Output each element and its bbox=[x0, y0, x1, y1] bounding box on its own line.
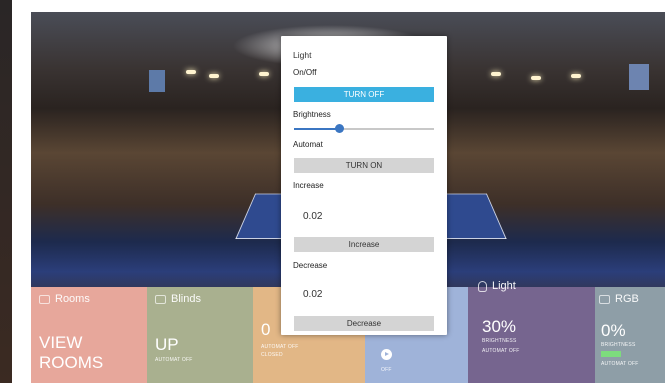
tile-rooms[interactable]: Rooms VIEW ROOMS bbox=[31, 287, 147, 383]
slider-fill bbox=[294, 128, 339, 130]
increase-value: 0.02 bbox=[303, 211, 322, 222]
tile-rooms-header: Rooms bbox=[39, 293, 90, 305]
blinds-icon bbox=[155, 295, 166, 304]
tile-blinds[interactable]: Blinds UP AUTOMAT OFF bbox=[147, 287, 253, 383]
brightness-label: Brightness bbox=[293, 110, 331, 119]
tile-light-status2: AUTOMAT OFF bbox=[482, 348, 519, 354]
increase-label: Increase bbox=[293, 181, 324, 190]
turn-on-button[interactable]: TURN ON bbox=[294, 158, 434, 173]
turn-off-button[interactable]: TURN OFF bbox=[294, 87, 434, 102]
light-control-dialog: Light On/Off TURN OFF Brightness Automat… bbox=[281, 36, 447, 335]
tile-light-value: 30% bbox=[482, 317, 516, 337]
tile-climate-value: 0 bbox=[261, 320, 270, 340]
background-edge bbox=[0, 0, 12, 383]
automat-label: Automat bbox=[293, 140, 323, 149]
slider-handle[interactable] bbox=[335, 124, 344, 133]
bulb-icon bbox=[478, 281, 487, 292]
decrease-button[interactable]: Decrease bbox=[294, 316, 434, 331]
tile-blinds-status: AUTOMAT OFF bbox=[155, 357, 192, 363]
stadium-light bbox=[491, 72, 501, 76]
rgb-color-swatch bbox=[601, 351, 621, 357]
tile-light-header: Light bbox=[478, 280, 516, 292]
onoff-label: On/Off bbox=[293, 68, 316, 77]
tile-climate-status2: CLOSED bbox=[261, 352, 283, 358]
stadium-light bbox=[186, 70, 196, 74]
tile-rgb[interactable]: RGB 0% BRIGHTNESS AUTOMAT OFF bbox=[595, 287, 665, 383]
tile-light[interactable]: Light 30% BRIGHTNESS AUTOMAT OFF bbox=[468, 287, 595, 383]
rooms-icon bbox=[39, 295, 50, 304]
increase-button[interactable]: Increase bbox=[294, 237, 434, 252]
play-icon[interactable] bbox=[381, 349, 392, 360]
tile-rgb-status: BRIGHTNESS bbox=[601, 342, 636, 348]
stadium-light bbox=[259, 72, 269, 76]
stadium-light bbox=[571, 74, 581, 78]
tile-light-title: Light bbox=[492, 280, 516, 292]
tile-light-status: BRIGHTNESS bbox=[482, 338, 517, 344]
tile-rgb-header: RGB bbox=[599, 293, 639, 305]
dialog-title: Light bbox=[293, 50, 311, 60]
stadium-light bbox=[531, 76, 541, 80]
tile-rgb-title: RGB bbox=[615, 293, 639, 305]
tile-blinds-title: Blinds bbox=[171, 293, 201, 305]
stadium-light bbox=[209, 74, 219, 78]
decrease-label: Decrease bbox=[293, 261, 327, 270]
tile-blinds-header: Blinds bbox=[155, 293, 201, 305]
tile-rooms-title: Rooms bbox=[55, 293, 90, 305]
rgb-icon bbox=[599, 295, 610, 304]
scoreboard-screen-right bbox=[629, 64, 649, 90]
tile-rooms-value: VIEW ROOMS bbox=[39, 333, 103, 373]
tile-media-status: OFF bbox=[381, 367, 392, 373]
tile-blinds-value: UP bbox=[155, 335, 179, 355]
scoreboard-screen-left bbox=[149, 70, 165, 92]
tile-rgb-value: 0% bbox=[601, 321, 626, 341]
tile-rgb-status2: AUTOMAT OFF bbox=[601, 361, 638, 367]
tile-climate-status: AUTOMAT OFF bbox=[261, 344, 298, 350]
decrease-value: 0.02 bbox=[303, 289, 322, 300]
brightness-slider[interactable] bbox=[294, 125, 434, 133]
